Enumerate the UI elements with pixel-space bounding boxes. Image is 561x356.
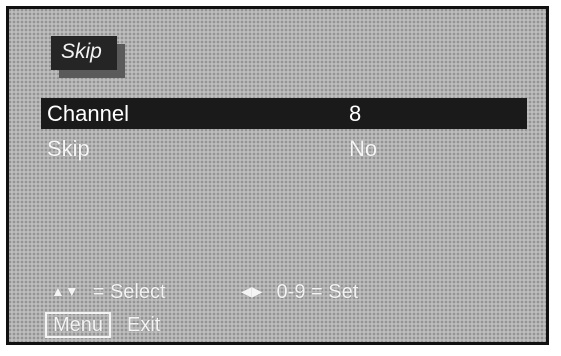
select-hint-text: = Select <box>92 281 166 303</box>
osd-screen: Skip Channel 8 Skip No ▲▼ = Select ◀▶ 0-9 … <box>6 6 549 345</box>
up-down-arrow-icon: ▲▼ <box>51 283 79 299</box>
skip-label: Skip <box>47 136 90 161</box>
select-hint: ▲▼ = Select <box>51 279 166 304</box>
menu-button[interactable]: Menu <box>45 312 112 338</box>
menu-row-skip[interactable]: Skip No <box>41 133 527 164</box>
set-hint-text: 0-9 = Set <box>276 281 359 303</box>
menu-row-channel[interactable]: Channel 8 <box>41 98 527 129</box>
channel-label: Channel <box>47 101 129 126</box>
exit-hint-text: Exit <box>127 314 161 336</box>
channel-value: 8 <box>349 101 362 126</box>
left-right-arrow-icon: ◀▶ <box>241 283 263 299</box>
skip-value: No <box>349 136 378 161</box>
menu-title: Skip <box>51 36 117 70</box>
set-hint: ◀▶ 0-9 = Set <box>241 279 358 304</box>
